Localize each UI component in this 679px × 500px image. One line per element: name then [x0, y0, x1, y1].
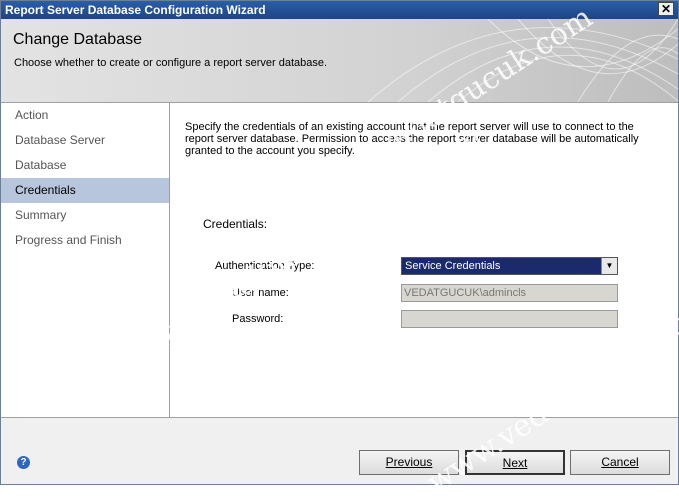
page-subtitle: Choose whether to create or configure a …	[14, 57, 328, 69]
wizard-steps: Action Database Server Database Credenti…	[1, 103, 170, 417]
cancel-button[interactable]: Cancel	[570, 450, 670, 475]
help-icon[interactable]: ?	[17, 456, 30, 469]
password-field[interactable]	[401, 310, 618, 328]
step-database-server[interactable]: Database Server	[1, 128, 169, 153]
auth-type-value: Service Credentials	[405, 260, 501, 272]
next-button[interactable]: Next	[465, 450, 565, 475]
window-title: Report Server Database Configuration Wiz…	[5, 3, 266, 17]
username-field[interactable]: VEDATGUCUK\admincls	[401, 284, 618, 302]
step-database[interactable]: Database	[1, 153, 169, 178]
title-bar: Report Server Database Configuration Wiz…	[1, 1, 678, 19]
auth-type-select[interactable]: Service Credentials ▼	[401, 257, 618, 275]
close-icon: ✕	[660, 2, 672, 16]
chevron-down-icon[interactable]: ▼	[601, 258, 617, 274]
page-title: Change Database	[13, 31, 142, 48]
step-credentials[interactable]: Credentials	[1, 178, 169, 203]
main-panel: Specify the credentials of an existing a…	[170, 103, 678, 417]
previous-button[interactable]: Previous	[359, 450, 459, 475]
credentials-heading: Credentials:	[203, 217, 268, 231]
step-summary[interactable]: Summary	[1, 203, 169, 228]
footer-divider	[1, 417, 678, 418]
step-progress-and-finish[interactable]: Progress and Finish	[1, 228, 169, 253]
page-header: Change Database Choose whether to create…	[1, 19, 678, 103]
header-decoration	[367, 19, 678, 102]
username-label: User name:	[232, 287, 289, 299]
auth-type-label: Authentication Type:	[215, 260, 315, 272]
password-label: Password:	[232, 313, 284, 325]
instructions-text: Specify the credentials of an existing a…	[185, 121, 639, 157]
wizard-window: Report Server Database Configuration Wiz…	[0, 0, 679, 500]
step-action[interactable]: Action	[1, 103, 169, 128]
close-button[interactable]: ✕	[658, 2, 674, 16]
